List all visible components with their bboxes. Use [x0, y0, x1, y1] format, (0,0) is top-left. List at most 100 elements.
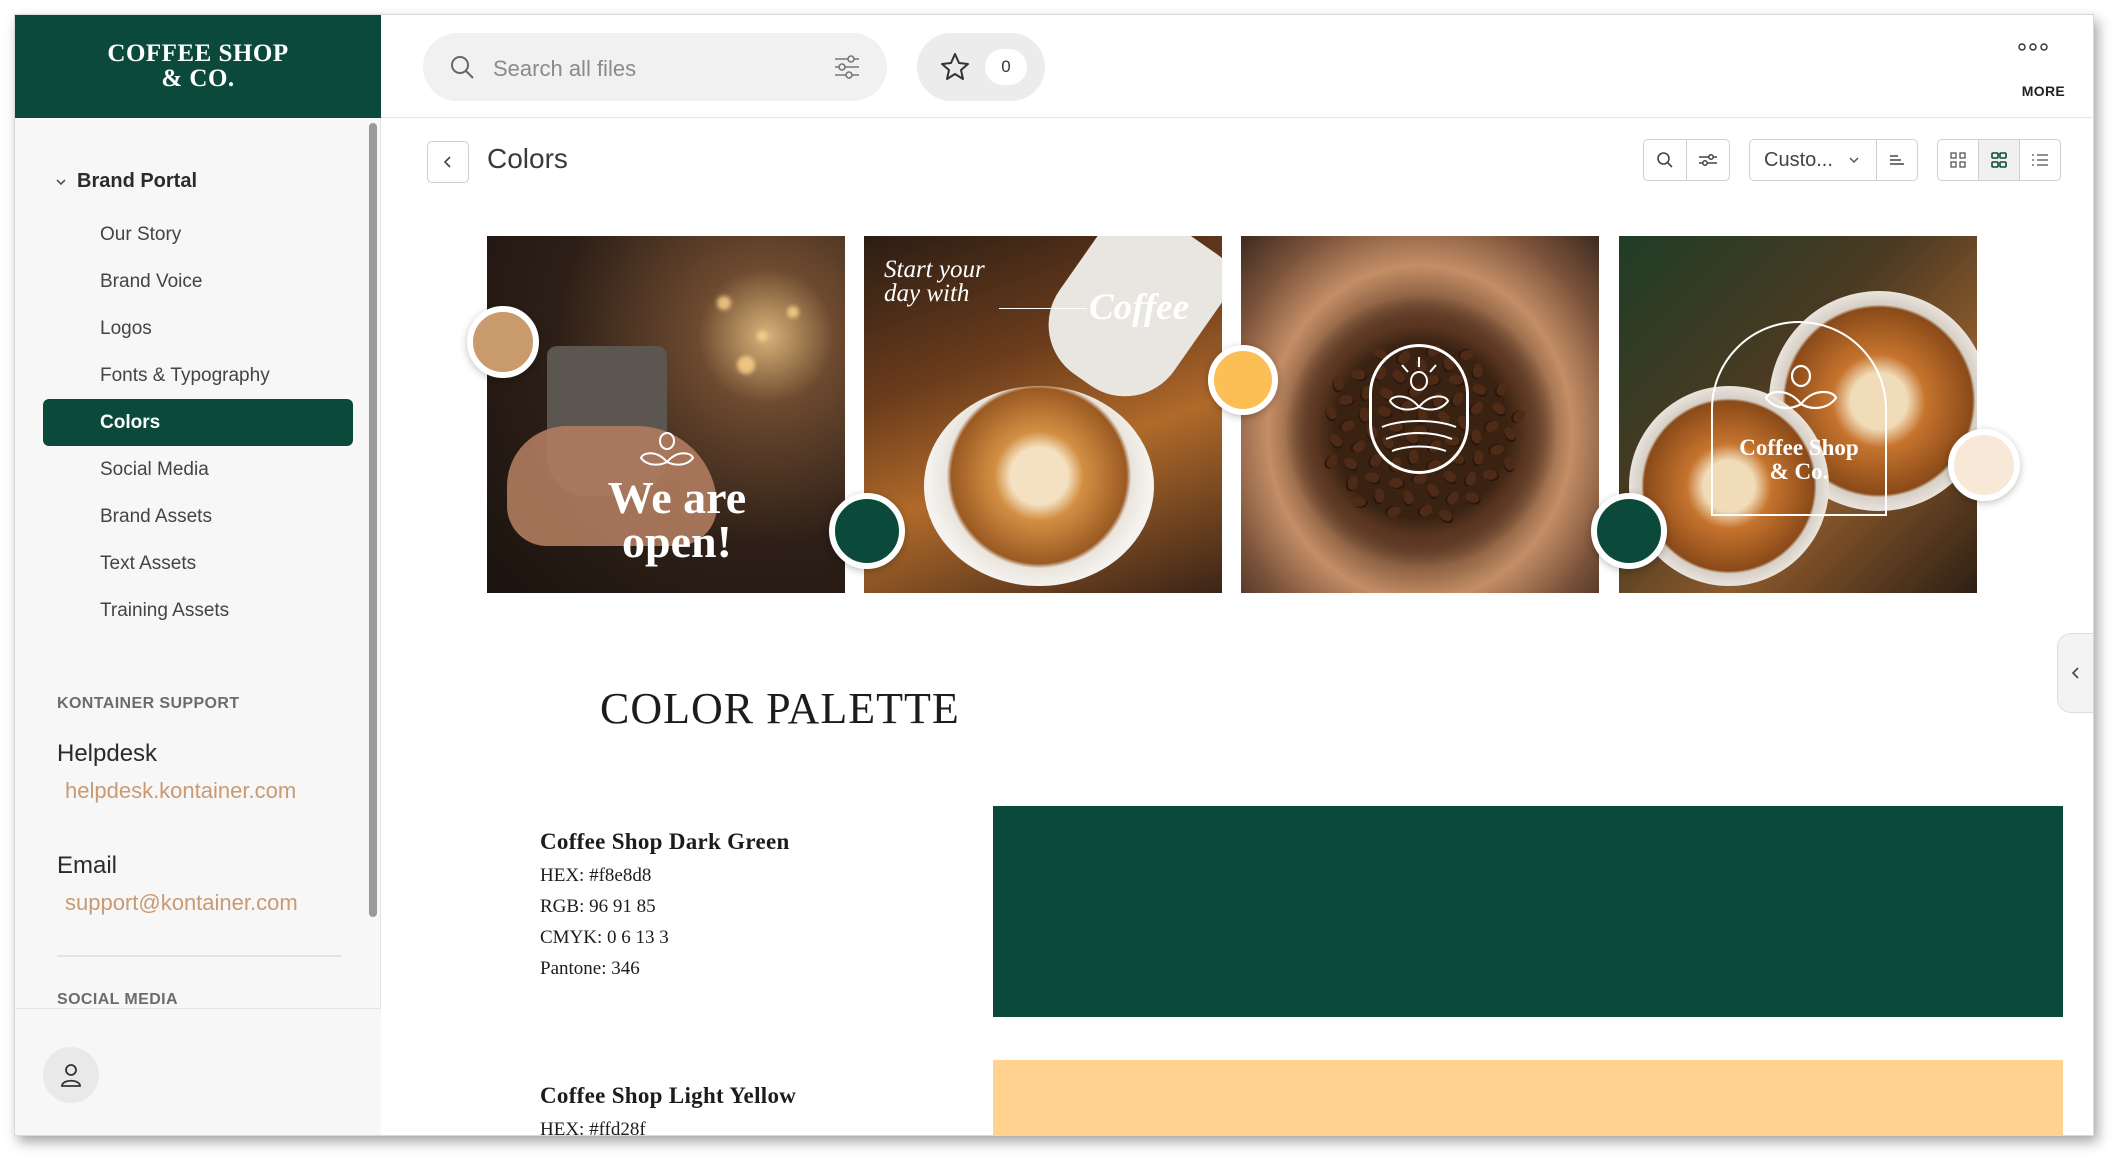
hero-photo-start-your-day[interactable]: Start your day with Coffee: [864, 236, 1222, 593]
photo1-caption: We are open!: [547, 472, 807, 567]
photo1-caption-line1: We are: [607, 472, 747, 523]
filter-sliders-icon[interactable]: [833, 53, 861, 81]
sort-dropdown[interactable]: Custo...: [1749, 139, 1877, 181]
hero-photo-we-are-open[interactable]: We are open!: [487, 236, 845, 593]
pantone-value: Pantone: 346: [540, 958, 640, 979]
sidebar-item-text-assets[interactable]: Text Assets: [43, 540, 353, 587]
color-palette-title: COLOR PALETTE: [600, 684, 960, 733]
list-icon: [2032, 154, 2048, 166]
search-input[interactable]: Search all files: [493, 56, 636, 82]
user-icon: [61, 1064, 81, 1087]
color-dot-dark-green: [829, 493, 905, 569]
sidebar-item-our-story[interactable]: Our Story: [43, 211, 353, 258]
top-bar: Search all files 0 MORE: [381, 15, 2093, 118]
user-avatar-button[interactable]: [43, 1047, 99, 1103]
caption-divider: [999, 308, 1087, 309]
leaf-logo-icon: [639, 432, 695, 466]
brand-portal-label: Brand Portal: [77, 170, 198, 192]
color-dot-dark-green: [1591, 493, 1667, 569]
sidebar-item-colors[interactable]: Colors: [43, 399, 353, 446]
search-icon: [1657, 152, 1673, 168]
hex-value: HEX: #ffd28f: [540, 1119, 646, 1136]
hex-value: HEX: #f8e8d8: [540, 865, 652, 886]
rgb-value: RGB: 96 91 85: [540, 896, 656, 917]
photo2-caption: Start your day with: [884, 256, 985, 307]
content-search-button[interactable]: [1643, 139, 1687, 181]
photo2-caption-line2: day with: [884, 280, 970, 307]
bokeh-light: [737, 356, 755, 374]
more-label[interactable]: MORE: [2022, 83, 2065, 99]
brand-portal-toggle[interactable]: Brand Portal: [55, 170, 197, 193]
grid-view-large-button[interactable]: [1978, 139, 2020, 181]
helpdesk-link[interactable]: helpdesk.kontainer.com: [65, 778, 296, 804]
star-icon: [941, 53, 969, 80]
grid-view-small-button[interactable]: [1937, 139, 1979, 181]
helpdesk-label: Helpdesk: [57, 740, 158, 767]
sidebar-item-brand-voice[interactable]: Brand Voice: [43, 258, 353, 305]
photo4-caption: Coffee Shop & Co.: [1679, 436, 1919, 484]
sidebar-nav: Our Story Brand Voice Logos Fonts & Typo…: [43, 211, 353, 634]
brand-name-line2: & CO.: [161, 65, 235, 92]
favorites-button[interactable]: 0: [917, 33, 1045, 101]
brand-name-line1: COFFEE SHOP: [107, 40, 289, 67]
latte-cup: [924, 386, 1154, 586]
sidebar-item-brand-assets[interactable]: Brand Assets: [43, 493, 353, 540]
hero-photo-coffee-beans[interactable]: [1241, 236, 1599, 593]
panel-collapse-tab[interactable]: [2057, 633, 2093, 713]
leaf-logo-icon: [1381, 357, 1457, 452]
back-button[interactable]: [427, 141, 469, 183]
favorites-count: 0: [985, 49, 1027, 85]
coffee-bean: [1332, 375, 1344, 393]
content-filter-button[interactable]: [1686, 139, 1730, 181]
color-swatch-light-yellow: [993, 1060, 2063, 1135]
photo2-caption-line1: Start your: [884, 256, 985, 283]
photo4-caption-line1: Coffee Shop: [1739, 435, 1859, 460]
hero-photo-coffee-shop-co[interactable]: Coffee Shop & Co.: [1619, 236, 1977, 593]
cmyk-value: CMYK: 0 6 13 3: [540, 927, 669, 948]
sidebar-item-logos[interactable]: Logos: [43, 305, 353, 352]
leaf-logo-icon: [1764, 364, 1838, 410]
bokeh-light: [717, 296, 731, 310]
sidebar-scrollbar[interactable]: [369, 123, 377, 917]
chevron-down-icon: [56, 178, 66, 185]
grid-large-icon: [1991, 152, 2007, 168]
more-dots-icon: [2018, 43, 2048, 51]
sidebar-item-social-media[interactable]: Social Media: [43, 446, 353, 493]
sidebar-item-training-assets[interactable]: Training Assets: [43, 587, 353, 634]
social-media-section-title: SOCIAL MEDIA: [57, 991, 178, 1008]
app-window: COFFEE SHOP & CO. Brand Portal Our Story…: [14, 14, 2094, 1136]
search-bar[interactable]: Search all files: [423, 33, 887, 101]
sort-dropdown-label: Custo...: [1764, 148, 1833, 171]
grid-small-icon: [1950, 152, 1966, 168]
email-link[interactable]: support@kontainer.com: [65, 890, 298, 916]
brand-logo[interactable]: COFFEE SHOP & CO.: [15, 15, 381, 118]
color-swatch-dark-green: [993, 806, 2063, 1017]
sort-order-button[interactable]: [1876, 139, 1918, 181]
search-icon: [451, 56, 474, 79]
color-spec-light-yellow: HEX: #ffd28f: [540, 1114, 646, 1136]
color-spec-dark-green: HEX: #f8e8d8 RGB: 96 91 85 CMYK: 0 6 13 …: [540, 860, 669, 984]
bokeh-light: [787, 306, 799, 318]
chevron-left-icon: [443, 156, 451, 168]
sidebar-scroll-area: Brand Portal Our Story Brand Voice Logos…: [15, 118, 381, 1008]
photo4-caption-line2: & Co.: [1769, 459, 1829, 484]
chevron-down-icon: [1849, 157, 1859, 164]
chevron-left-icon: [2071, 667, 2079, 679]
sidebar: COFFEE SHOP & CO. Brand Portal Our Story…: [15, 15, 381, 1135]
sidebar-divider: [57, 955, 341, 957]
photo2-caption-coffee: Coffee: [1089, 287, 1189, 328]
bokeh-light: [757, 331, 767, 341]
email-label: Email: [57, 852, 118, 879]
color-name-dark-green: Coffee Shop Dark Green: [540, 829, 790, 854]
brand-emblem: [1369, 344, 1469, 474]
filter-sliders-icon: [1699, 154, 1717, 166]
list-view-button[interactable]: [2019, 139, 2061, 181]
color-name-light-yellow: Coffee Shop Light Yellow: [540, 1083, 797, 1108]
sort-lines-icon: [1890, 155, 1904, 165]
color-dot-cream: [1948, 429, 2020, 501]
color-dot-tan: [467, 306, 539, 378]
page-title: Colors: [487, 143, 568, 174]
photo1-caption-line2: open!: [622, 516, 732, 567]
more-button[interactable]: [2013, 39, 2053, 57]
sidebar-item-fonts-typography[interactable]: Fonts & Typography: [43, 352, 353, 399]
